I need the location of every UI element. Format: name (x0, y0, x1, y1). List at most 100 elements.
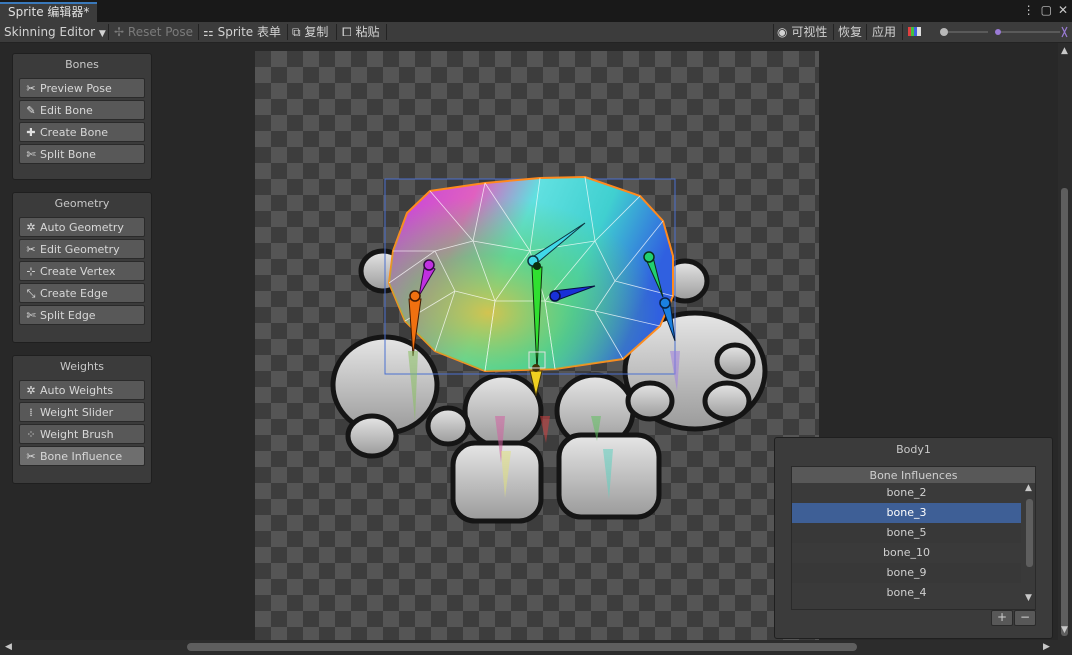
split-bone-label: Split Bone (40, 148, 96, 161)
vertical-scrollbar[interactable]: ▲ ▼ (1058, 43, 1072, 640)
toolbar-divider (866, 24, 867, 40)
weight-brush-label: Weight Brush (40, 428, 114, 441)
auto-geometry-label: Auto Geometry (40, 221, 124, 234)
edit-geometry-label: Edit Geometry (40, 243, 120, 256)
visibility-label: 可视性 (791, 25, 828, 39)
reset-pose-button[interactable]: ✢ Reset Pose (114, 22, 193, 42)
create-edge-label: Create Edge (40, 287, 108, 300)
copy-label: 复制 (304, 25, 329, 39)
sprite-viewport[interactable]: Bones ✂ Preview Pose ✎ Edit Bone ✚ Creat… (0, 43, 1060, 640)
sprite-name-title: Body1 (896, 443, 931, 456)
split-edge-icon: ✄ (26, 309, 36, 322)
visibility-button[interactable]: ◉ 可视性 (777, 22, 827, 42)
window-tab[interactable]: Sprite 编辑器* (0, 2, 98, 22)
create-edge-button[interactable]: ⤡ Create Edge (19, 283, 145, 303)
create-bone-icon: ✚ (26, 126, 36, 139)
list-item-selected[interactable]: bone_3 (792, 503, 1021, 523)
window-titlebar: Sprite 编辑器* ⋮ ▢ ✕ (0, 0, 1072, 22)
edit-geometry-button[interactable]: ✂ Edit Geometry (19, 239, 145, 259)
paste-label: 粘贴 (355, 25, 380, 39)
toolbar-divider (902, 24, 903, 40)
bone-influences-panel: Body1 Bone Influences bone_2 bone_3 bone… (774, 437, 1053, 639)
reset-pose-icon: ✢ (114, 25, 125, 39)
sprite-canvas[interactable] (255, 51, 819, 640)
weights-panel: Weights ✲ Auto Weights ⁞ Weight Slider ⁘… (12, 355, 152, 484)
edit-bone-button[interactable]: ✎ Edit Bone (19, 100, 145, 120)
window-controls: ⋮ ▢ ✕ (1023, 3, 1068, 17)
mode-dropdown[interactable]: Skinning Editor ▼ (4, 22, 106, 42)
maximize-icon[interactable]: ▢ (1041, 3, 1052, 17)
auto-weights-button[interactable]: ✲ Auto Weights (19, 380, 145, 400)
character-sprite[interactable] (255, 51, 819, 640)
geometry-panel-title: Geometry (54, 197, 110, 210)
list-item[interactable]: bone_2 (792, 483, 1021, 503)
bone-influence-icon: ✂ (26, 450, 36, 463)
bones-panel-title: Bones (65, 58, 99, 71)
scroll-up-icon[interactable]: ▲ (1025, 483, 1032, 493)
paste-button[interactable]: ⧠ 粘贴 (342, 22, 379, 42)
list-scrollbar[interactable]: ▲ ▼ (1024, 483, 1034, 605)
geometry-panel: Geometry ✲ Auto Geometry ✂ Edit Geometry… (12, 192, 152, 343)
bone-influence-button[interactable]: ✂ Bone Influence (19, 446, 145, 466)
paste-icon: ⧠ (342, 25, 352, 39)
mode-dropdown-label: Skinning Editor (4, 25, 95, 39)
split-bone-icon: ✄ (26, 148, 36, 161)
scroll-down-icon[interactable]: ▼ (1061, 625, 1068, 635)
auto-geometry-icon: ✲ (26, 221, 36, 234)
scroll-right-icon[interactable]: ▶ (1043, 642, 1050, 652)
create-bone-button[interactable]: ✚ Create Bone (19, 122, 145, 142)
vertical-scroll-thumb[interactable] (1061, 188, 1068, 636)
copy-icon: ⧉ (292, 25, 301, 39)
weight-brush-icon: ⁘ (26, 428, 36, 441)
apply-button[interactable]: 应用 (872, 22, 896, 42)
edit-geometry-icon: ✂ (26, 243, 36, 256)
create-vertex-button[interactable]: ⊹ Create Vertex (19, 261, 145, 281)
preview-pose-icon: ✂ (26, 82, 36, 95)
auto-weights-icon: ✲ (26, 384, 36, 397)
color-channel-icon[interactable] (908, 27, 924, 37)
list-item[interactable]: bone_4 (792, 583, 1021, 603)
create-bone-label: Create Bone (40, 126, 109, 139)
sprite-sheet-label: Sprite 表单 (217, 25, 281, 39)
sprite-sheet-button[interactable]: ⚏ Sprite 表单 (203, 22, 281, 42)
reset-pose-label: Reset Pose (127, 25, 194, 39)
weight-slider-label: Weight Slider (40, 406, 114, 419)
more-options-icon[interactable]: ⋮ (1023, 3, 1035, 17)
toolbar-divider (336, 24, 337, 40)
preview-pose-button[interactable]: ✂ Preview Pose (19, 78, 145, 98)
copy-button[interactable]: ⧉ 复制 (292, 22, 328, 42)
split-edge-label: Split Edge (40, 309, 96, 322)
add-bone-button[interactable]: + (991, 610, 1013, 626)
horizontal-scrollbar[interactable]: ◀ ▶ (0, 640, 1072, 655)
scroll-down-icon[interactable]: ▼ (1025, 593, 1032, 603)
sprite-sheet-icon: ⚏ (203, 25, 214, 39)
toolbar-divider (108, 24, 109, 40)
edit-bone-icon: ✎ (26, 104, 36, 117)
scroll-up-icon[interactable]: ▲ (1061, 46, 1068, 56)
list-item[interactable]: bone_9 (792, 563, 1021, 583)
weight-brush-button[interactable]: ⁘ Weight Brush (19, 424, 145, 444)
toolbar-divider (773, 24, 774, 40)
weight-slider-button[interactable]: ⁞ Weight Slider (19, 402, 145, 422)
weights-panel-title: Weights (59, 360, 105, 373)
scroll-left-icon[interactable]: ◀ (5, 642, 12, 652)
split-edge-button[interactable]: ✄ Split Edge (19, 305, 145, 325)
chevron-down-icon: ▼ (98, 29, 106, 39)
auto-geometry-button[interactable]: ✲ Auto Geometry (19, 217, 145, 237)
horizontal-scroll-thumb[interactable] (187, 643, 857, 651)
editor-toolbar: Skinning Editor ▼ ✢ Reset Pose ⚏ Sprite … (0, 22, 1072, 43)
list-item[interactable]: bone_10 (792, 543, 1021, 563)
close-icon[interactable]: ✕ (1058, 3, 1068, 17)
list-scroll-thumb[interactable] (1026, 499, 1033, 567)
bone-influences-list[interactable]: bone_2 bone_3 bone_5 bone_10 bone_9 bone… (791, 483, 1036, 610)
revert-button[interactable]: 恢复 (838, 22, 862, 42)
list-item[interactable]: bone_5 (792, 523, 1021, 543)
toolbar-divider (287, 24, 288, 40)
remove-bone-button[interactable]: − (1014, 610, 1036, 626)
eye-icon: ◉ (777, 25, 788, 39)
create-vertex-label: Create Vertex (40, 265, 116, 278)
toolbar-divider (198, 24, 199, 40)
create-edge-icon: ⤡ (26, 287, 36, 300)
zoom-slider[interactable] (936, 22, 1070, 42)
split-bone-button[interactable]: ✄ Split Bone (19, 144, 145, 164)
